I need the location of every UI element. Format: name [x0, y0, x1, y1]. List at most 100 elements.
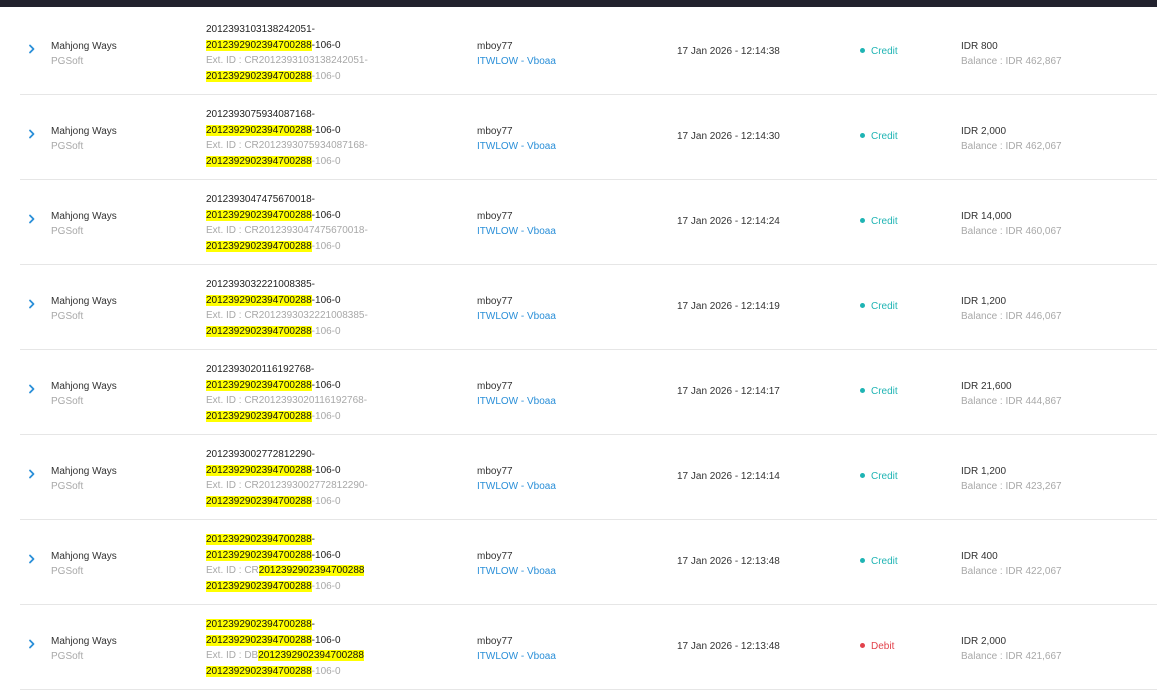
ext-id-text: -106-0 [311, 155, 341, 167]
external-id-line: 2012392902394700288-106-0 [206, 409, 367, 425]
amount: IDR 21,600 [961, 381, 1012, 392]
transaction-id-line: 2012392902394700288- [206, 617, 364, 633]
external-id-line: 2012392902394700288-106-0 [206, 579, 364, 595]
game-cell: Mahjong Ways PGSoft [51, 549, 117, 579]
chevron-right-icon[interactable] [26, 128, 38, 140]
chevron-right-icon[interactable] [26, 553, 38, 565]
amount: IDR 1,200 [961, 466, 1007, 477]
id-text: 2012393020116192768- [206, 364, 315, 375]
balance: Balance : IDR 460,067 [961, 226, 1062, 237]
game-provider: PGSoft [51, 311, 84, 322]
game-cell: Mahjong Ways PGSoft [51, 294, 117, 324]
status-label: Credit [871, 386, 898, 397]
transaction-id-line: 2012392902394700288-106-0 [206, 548, 364, 564]
transaction-id-line: 2012392902394700288-106-0 [206, 38, 368, 54]
agent-link[interactable]: ITWLOW - Vboaa [477, 479, 556, 494]
amount-cell: IDR 14,000 Balance : IDR 460,067 [961, 209, 1062, 239]
transaction-row[interactable]: Mahjong Ways PGSoft 2012393002772812290- 20… [20, 435, 1157, 520]
id-text: -106-0 [311, 464, 341, 476]
agent-link[interactable]: ITWLOW - Vboaa [477, 139, 556, 154]
status-badge: Credit [860, 46, 898, 57]
transaction-id-line: 2012393075934087168- [206, 107, 368, 123]
transaction-row[interactable]: Mahjong Ways PGSoft 2012393020116192768- 20… [20, 350, 1157, 435]
external-id-line: Ext. ID : CR2012393002772812290- [206, 478, 368, 494]
game-cell: Mahjong Ways PGSoft [51, 379, 117, 409]
transaction-id-cell: 2012393032221008385- 2012392902394700288-… [206, 277, 368, 339]
status-label: Credit [871, 556, 898, 567]
highlighted-id: 2012392902394700288 [206, 665, 312, 677]
external-id-line: Ext. ID : CR2012393020116192768- [206, 393, 367, 409]
agent-link[interactable]: ITWLOW - Vboaa [477, 564, 556, 579]
agent-link[interactable]: ITWLOW - Vboaa [477, 224, 556, 239]
game-provider: PGSoft [51, 226, 84, 237]
game-cell: Mahjong Ways PGSoft [51, 124, 117, 154]
user-cell: mboy77 ITWLOW - Vboaa [477, 124, 556, 154]
username: mboy77 [477, 636, 513, 647]
transaction-id-line: 2012392902394700288-106-0 [206, 378, 367, 394]
transaction-date: 17 Jan 2026 - 12:14:30 [677, 131, 780, 142]
game-provider: PGSoft [51, 566, 84, 577]
chevron-right-icon[interactable] [26, 298, 38, 310]
transaction-row[interactable]: Mahjong Ways PGSoft 2012393047475670018- 20… [20, 180, 1157, 265]
transaction-row[interactable]: Mahjong Ways PGSoft 2012392902394700288- 20… [20, 520, 1157, 605]
transaction-row[interactable]: Mahjong Ways PGSoft 2012393032221008385- 20… [20, 265, 1157, 350]
id-text: - [311, 619, 316, 630]
agent-link[interactable]: ITWLOW - Vboaa [477, 54, 556, 69]
status-label: Debit [871, 641, 895, 652]
ext-id-text: Ext. ID : CR2012393002772812290- [206, 480, 368, 492]
status-badge: Credit [860, 216, 898, 227]
id-text: -106-0 [311, 634, 341, 646]
ext-id-text: -106-0 [311, 240, 341, 252]
agent-link[interactable]: ITWLOW - Vboaa [477, 309, 556, 324]
dot-icon [860, 303, 865, 308]
user-cell: mboy77 ITWLOW - Vboaa [477, 209, 556, 239]
chevron-right-icon[interactable] [26, 383, 38, 395]
transaction-date: 17 Jan 2026 - 12:14:17 [677, 386, 780, 397]
id-text: 2012393002772812290- [206, 449, 315, 460]
status-badge: Credit [860, 471, 898, 482]
highlighted-id: 2012392902394700288 [206, 410, 312, 422]
transaction-id-line: 2012393047475670018- [206, 192, 368, 208]
amount-cell: IDR 21,600 Balance : IDR 444,867 [961, 379, 1062, 409]
game-name: Mahjong Ways [51, 466, 117, 477]
transaction-id-cell: 2012393020116192768- 2012392902394700288-… [206, 362, 367, 424]
transaction-row[interactable]: Mahjong Ways PGSoft 2012393103138242051- 20… [20, 10, 1157, 95]
transaction-id-cell: 2012393047475670018- 2012392902394700288-… [206, 192, 368, 254]
username: mboy77 [477, 296, 513, 307]
transaction-date: 17 Jan 2026 - 12:14:38 [677, 46, 780, 57]
dot-icon [860, 48, 865, 53]
balance: Balance : IDR 444,867 [961, 396, 1062, 407]
transaction-id-line: 2012392902394700288-106-0 [206, 123, 368, 139]
chevron-right-icon[interactable] [26, 43, 38, 55]
transaction-list: Mahjong Ways PGSoft 2012393103138242051- 20… [20, 10, 1157, 690]
chevron-right-icon[interactable] [26, 213, 38, 225]
ext-id-text: Ext. ID : CR [206, 565, 259, 577]
highlighted-id: 2012392902394700288 [206, 294, 312, 306]
game-name: Mahjong Ways [51, 296, 117, 307]
status-badge: Debit [860, 641, 894, 652]
amount-cell: IDR 1,200 Balance : IDR 423,267 [961, 464, 1062, 494]
amount: IDR 800 [961, 41, 998, 52]
id-text: -106-0 [311, 39, 341, 51]
balance: Balance : IDR 462,867 [961, 56, 1062, 67]
user-cell: mboy77 ITWLOW - Vboaa [477, 294, 556, 324]
amount-cell: IDR 1,200 Balance : IDR 446,067 [961, 294, 1062, 324]
amount-cell: IDR 2,000 Balance : IDR 462,067 [961, 124, 1062, 154]
dot-icon [860, 388, 865, 393]
agent-link[interactable]: ITWLOW - Vboaa [477, 394, 556, 409]
transaction-row[interactable]: Mahjong Ways PGSoft 2012393075934087168- 20… [20, 95, 1157, 180]
chevron-right-icon[interactable] [26, 468, 38, 480]
status-badge: Credit [860, 556, 898, 567]
external-id-line: Ext. ID : CR2012392902394700288 [206, 563, 365, 579]
user-cell: mboy77 ITWLOW - Vboaa [477, 39, 556, 69]
agent-link[interactable]: ITWLOW - Vboaa [477, 649, 556, 664]
id-text: -106-0 [311, 379, 341, 391]
top-bar [0, 0, 1157, 7]
game-cell: Mahjong Ways PGSoft [51, 209, 117, 239]
transaction-row[interactable]: Mahjong Ways PGSoft 2012392902394700288- 20… [20, 605, 1157, 690]
username: mboy77 [477, 551, 513, 562]
chevron-right-icon[interactable] [26, 638, 38, 650]
amount-cell: IDR 400 Balance : IDR 422,067 [961, 549, 1062, 579]
username: mboy77 [477, 466, 513, 477]
game-name: Mahjong Ways [51, 41, 117, 52]
